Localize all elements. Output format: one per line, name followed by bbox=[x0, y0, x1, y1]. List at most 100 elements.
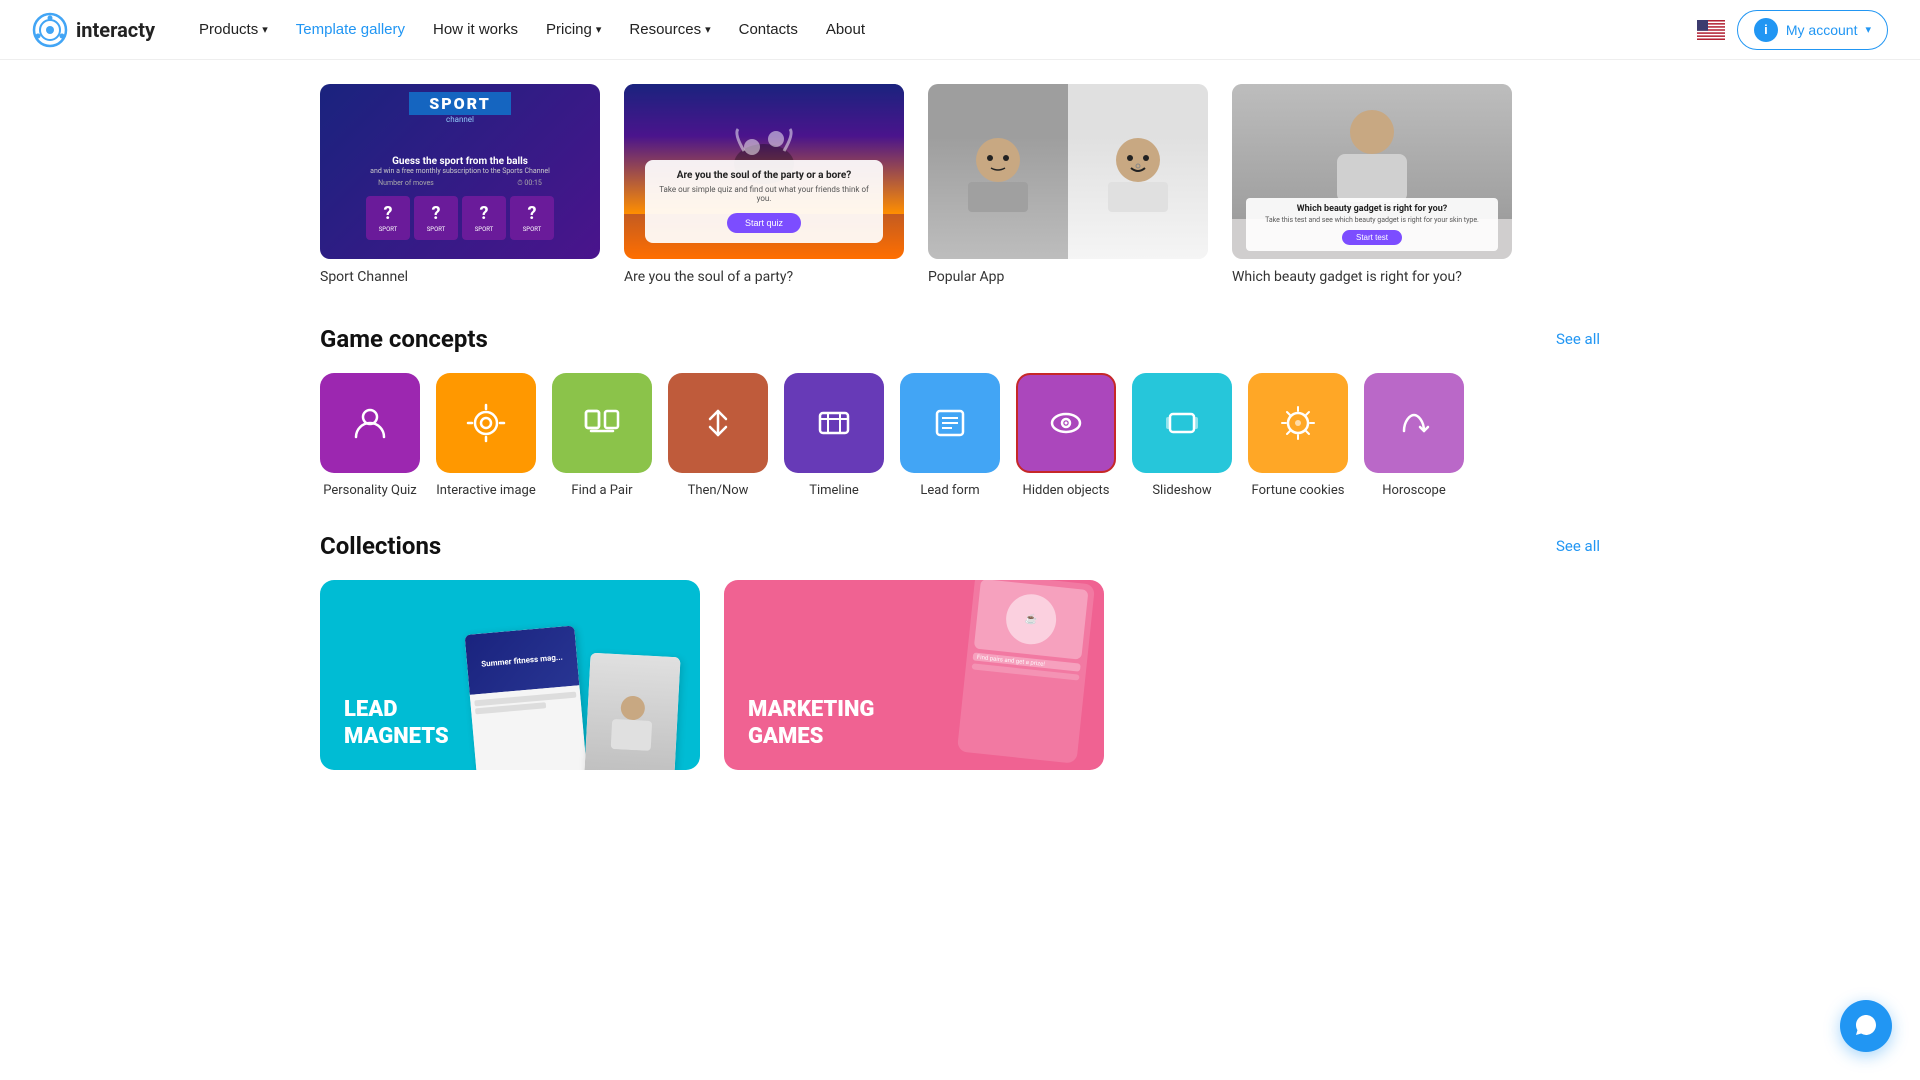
template-card-beauty-label: Which beauty gadget is right for you? bbox=[1232, 269, 1512, 285]
concept-horoscope-label: Horoscope bbox=[1382, 483, 1446, 500]
concept-slideshow[interactable]: Slideshow bbox=[1132, 373, 1232, 500]
beauty-sub: Take this test and see which beauty gadg… bbox=[1256, 216, 1488, 224]
concept-find-pair-label: Find a Pair bbox=[571, 483, 632, 500]
nav-products[interactable]: Products ▾ bbox=[187, 15, 280, 44]
collection-lead-magnets[interactable]: LEADMAGNETS Summer fitness mag... bbox=[320, 580, 700, 770]
main-content: SPORT channel Guess the sport from the b… bbox=[240, 60, 1680, 770]
sport-channel-sub: channel bbox=[446, 115, 474, 124]
collection-lead-title: LEADMAGNETS bbox=[344, 697, 449, 750]
concept-interactive-label: Interactive image bbox=[436, 483, 535, 500]
template-card-beauty-img: Which beauty gadget is right for you? Ta… bbox=[1232, 84, 1512, 259]
template-card-party[interactable]: Are you the soul of the party or a bore?… bbox=[624, 84, 904, 285]
person-silhouette bbox=[606, 689, 659, 752]
concept-thennow-icon bbox=[668, 373, 768, 473]
concept-hidden-label: Hidden objects bbox=[1023, 483, 1110, 500]
game-concepts-section: Game concepts See all Personality Quiz bbox=[320, 325, 1600, 508]
chevron-down-icon: ▾ bbox=[705, 23, 711, 36]
concept-timeline-icon bbox=[784, 373, 884, 473]
party-card-bg: Are you the soul of the party or a bore?… bbox=[624, 84, 904, 259]
concept-find-pair[interactable]: Find a Pair bbox=[552, 373, 652, 500]
template-card-party-img: Are you the soul of the party or a bore?… bbox=[624, 84, 904, 259]
chevron-down-icon: ▾ bbox=[1865, 23, 1871, 36]
nav-how-it-works[interactable]: How it works bbox=[421, 15, 530, 44]
game-concepts-title: Game concepts bbox=[320, 325, 488, 353]
concept-lead-form-icon bbox=[900, 373, 1000, 473]
collection-marketing-games[interactable]: MARKETINGGAMES ☕ Find pairs and get a pr… bbox=[724, 580, 1104, 770]
concept-slideshow-icon bbox=[1132, 373, 1232, 473]
concept-slideshow-label: Slideshow bbox=[1152, 483, 1211, 500]
navbar: interacty Products ▾ Template gallery Ho… bbox=[0, 0, 1920, 60]
nav-resources[interactable]: Resources ▾ bbox=[617, 15, 722, 44]
beauty-title: Which beauty gadget is right for you? bbox=[1256, 204, 1488, 214]
collections-title: Collections bbox=[320, 532, 441, 560]
sport-tiles: ?SPORT ?SPORT ?SPORT ?SPORT bbox=[366, 196, 554, 240]
nav-about[interactable]: About bbox=[814, 15, 877, 44]
face-left bbox=[968, 132, 1028, 212]
my-account-button[interactable]: i My account ▾ bbox=[1737, 10, 1888, 50]
collections-row: LEADMAGNETS Summer fitness mag... bbox=[320, 580, 1600, 770]
face-right bbox=[1108, 132, 1168, 212]
concept-horoscope-icon bbox=[1364, 373, 1464, 473]
concept-fortune-icon bbox=[1248, 373, 1348, 473]
sport-moves-label: Number of moves bbox=[378, 179, 434, 188]
concept-personality-icon bbox=[320, 373, 420, 473]
game-concepts-see-all[interactable]: See all bbox=[1556, 330, 1600, 348]
logo[interactable]: interacty bbox=[32, 12, 155, 48]
collections-see-all[interactable]: See all bbox=[1556, 537, 1600, 555]
popular-left bbox=[928, 84, 1068, 259]
concept-thennow-label: Then/Now bbox=[688, 483, 749, 500]
sport-sub: and win a free monthly subscription to t… bbox=[370, 167, 550, 175]
my-account-label: My account bbox=[1786, 22, 1858, 38]
template-card-sport-img: SPORT channel Guess the sport from the b… bbox=[320, 84, 600, 259]
concept-hidden-objects[interactable]: Hidden objects bbox=[1016, 373, 1116, 500]
sport-question: Guess the sport from the balls bbox=[370, 156, 550, 167]
template-card-party-label: Are you the soul of a party? bbox=[624, 269, 904, 285]
nav-template-gallery[interactable]: Template gallery bbox=[284, 15, 417, 44]
concept-personality-quiz[interactable]: Personality Quiz bbox=[320, 373, 420, 500]
party-start-btn[interactable]: Start quiz bbox=[727, 213, 801, 233]
popular-card-bg bbox=[928, 84, 1208, 259]
concept-interactive-image[interactable]: Interactive image bbox=[436, 373, 536, 500]
party-question: Are you the soul of the party or a bore? bbox=[659, 170, 869, 181]
beauty-text-box: Which beauty gadget is right for you? Ta… bbox=[1246, 198, 1498, 251]
template-card-beauty[interactable]: Which beauty gadget is right for you? Ta… bbox=[1232, 84, 1512, 285]
concept-lead-form-label: Lead form bbox=[920, 483, 979, 500]
logo-icon bbox=[32, 12, 68, 48]
template-card-popular-label: Popular App bbox=[928, 269, 1208, 285]
collections-header: Collections See all bbox=[320, 532, 1600, 560]
concept-personality-label: Personality Quiz bbox=[323, 483, 416, 500]
template-card-popular[interactable]: Popular App bbox=[928, 84, 1208, 285]
game-concepts-header: Game concepts See all bbox=[320, 325, 1600, 353]
concept-timeline[interactable]: Timeline bbox=[784, 373, 884, 500]
popular-right bbox=[1068, 84, 1208, 259]
concept-fortune-label: Fortune cookies bbox=[1252, 483, 1345, 500]
party-sub: Take our simple quiz and find out what y… bbox=[659, 185, 869, 203]
concepts-grid: Personality Quiz Interactive image bbox=[320, 373, 1600, 508]
concept-timeline-label: Timeline bbox=[809, 483, 859, 500]
nav-contacts[interactable]: Contacts bbox=[727, 15, 810, 44]
concept-lead-form[interactable]: Lead form bbox=[900, 373, 1000, 500]
nav-pricing[interactable]: Pricing ▾ bbox=[534, 15, 613, 44]
concept-fortune-cookies[interactable]: Fortune cookies bbox=[1248, 373, 1348, 500]
concept-then-now[interactable]: Then/Now bbox=[668, 373, 768, 500]
marketing-deco: ☕ Find pairs and get a prize! bbox=[874, 580, 1094, 770]
flag-icon[interactable] bbox=[1697, 20, 1725, 40]
template-preview-row: SPORT channel Guess the sport from the b… bbox=[320, 60, 1600, 301]
sport-time: ⏱ 00:15 bbox=[517, 179, 542, 188]
logo-text: interacty bbox=[76, 18, 155, 42]
sport-card-bg: SPORT channel Guess the sport from the b… bbox=[320, 84, 600, 259]
template-card-sport[interactable]: SPORT channel Guess the sport from the b… bbox=[320, 84, 600, 285]
concept-horoscope[interactable]: Horoscope bbox=[1364, 373, 1464, 500]
beauty-person bbox=[1327, 102, 1417, 202]
chat-button[interactable] bbox=[1840, 1000, 1892, 1052]
nav-right: i My account ▾ bbox=[1697, 10, 1888, 50]
sport-card-content: Guess the sport from the balls and win a… bbox=[370, 156, 550, 188]
magazine-mockup-1: Summer fitness mag... bbox=[465, 625, 588, 770]
collections-section: Collections See all LEADMAGNETS Summer f… bbox=[320, 532, 1600, 770]
template-card-sport-label: Sport Channel bbox=[320, 269, 600, 285]
concept-find-pair-icon bbox=[552, 373, 652, 473]
collection-marketing-title: MARKETINGGAMES bbox=[748, 697, 874, 750]
concept-hidden-icon bbox=[1016, 373, 1116, 473]
nav-links: Products ▾ Template gallery How it works… bbox=[187, 15, 1697, 44]
beauty-start-btn[interactable]: Start test bbox=[1342, 230, 1402, 245]
